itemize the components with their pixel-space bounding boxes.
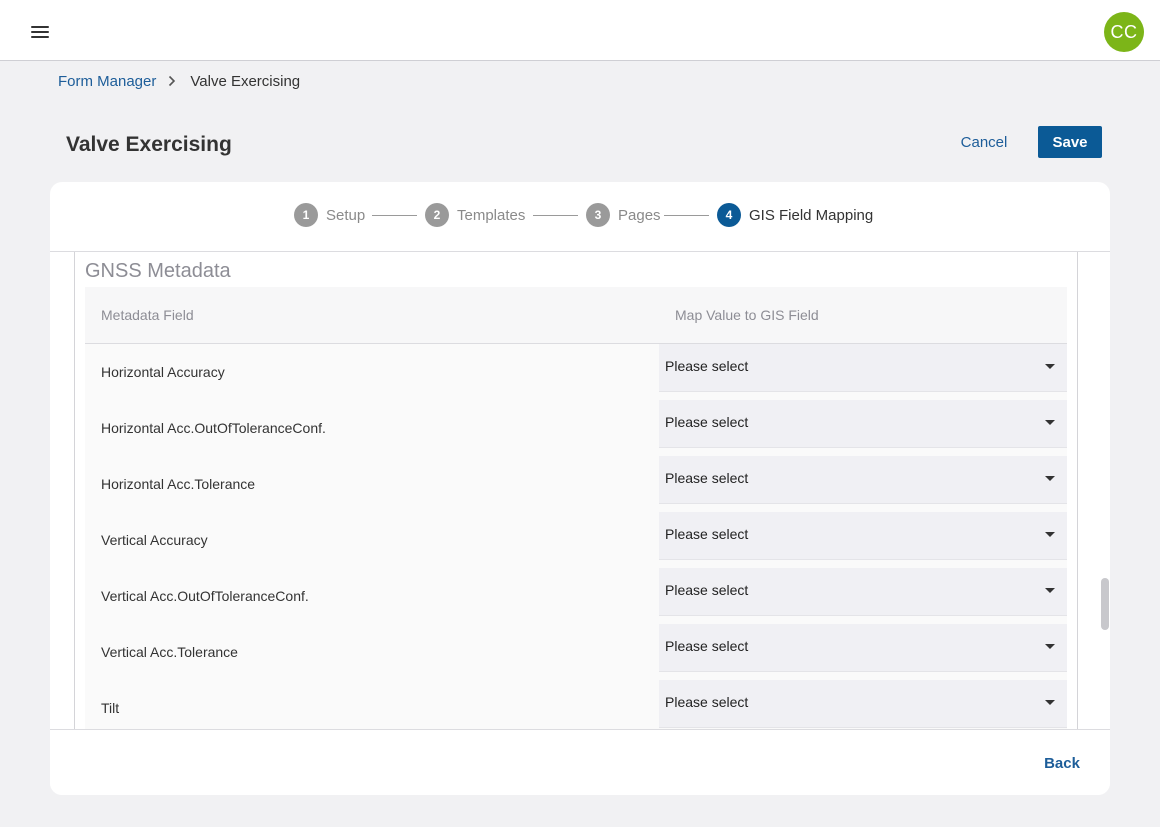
step-pages[interactable]: 3 Pages xyxy=(586,203,661,227)
gis-field-select[interactable]: Please select xyxy=(659,568,1067,616)
metadata-field-label: Horizontal Acc.OutOfToleranceConf. xyxy=(101,420,326,436)
cancel-button[interactable]: Cancel xyxy=(945,126,1023,158)
caret-down-icon xyxy=(1045,700,1055,705)
select-value: Please select xyxy=(665,694,749,710)
select-value: Please select xyxy=(665,526,749,542)
top-app-bar: CC xyxy=(0,0,1160,61)
metadata-mapping-table: Metadata Field Map Value to GIS Field Ho… xyxy=(85,287,1067,729)
table-row: Vertical Acc.Tolerance Please select xyxy=(85,624,1067,680)
caret-down-icon xyxy=(1045,532,1055,537)
table-header: Metadata Field Map Value to GIS Field xyxy=(85,287,1067,344)
save-button[interactable]: Save xyxy=(1038,126,1102,158)
step-number: 4 xyxy=(717,203,741,227)
gis-field-select[interactable]: Please select xyxy=(659,456,1067,504)
step-label: Setup xyxy=(326,206,366,224)
table-row: Vertical Acc.OutOfToleranceConf. Please … xyxy=(85,568,1067,624)
metadata-field-label: Horizontal Acc.Tolerance xyxy=(101,476,256,492)
caret-down-icon xyxy=(1045,588,1055,593)
breadcrumb-form-manager-link[interactable]: Form Manager xyxy=(58,73,156,90)
gis-field-select[interactable]: Please select xyxy=(659,512,1067,560)
select-value: Please select xyxy=(665,358,749,374)
step-label: GIS Field Mapping xyxy=(749,206,874,224)
breadcrumb: Form Manager Valve Exercising xyxy=(58,72,300,90)
column-header-metadata-field: Metadata Field xyxy=(101,307,194,323)
gis-field-select[interactable]: Please select xyxy=(659,624,1067,672)
user-avatar[interactable]: CC xyxy=(1104,12,1144,52)
column-header-map-value: Map Value to GIS Field xyxy=(675,307,819,323)
step-connector xyxy=(533,215,578,216)
metadata-field-label: Horizontal Accuracy xyxy=(101,364,225,380)
select-value: Please select xyxy=(665,470,749,486)
chevron-right-icon xyxy=(168,74,178,88)
table-row: Vertical Accuracy Please select xyxy=(85,512,1067,568)
gis-field-select[interactable]: Please select xyxy=(659,680,1067,728)
mapping-scroll-region[interactable]: GNSS Metadata Metadata Field Map Value t… xyxy=(50,252,1110,729)
back-button[interactable]: Back xyxy=(1034,748,1090,778)
table-row: Tilt Please select xyxy=(85,680,1067,729)
step-number: 3 xyxy=(586,203,610,227)
step-label: Pages xyxy=(618,206,661,224)
step-number: 1 xyxy=(294,203,318,227)
vertical-scrollbar-thumb[interactable] xyxy=(1101,578,1109,630)
metadata-field-label: Vertical Acc.OutOfToleranceConf. xyxy=(101,588,309,604)
stepper: 1 Setup 2 Templates 3 Pages 4 GIS Field … xyxy=(50,182,1110,252)
card-footer: Back xyxy=(50,729,1110,795)
step-connector xyxy=(372,215,417,216)
select-value: Please select xyxy=(665,414,749,430)
step-label: Templates xyxy=(457,206,526,224)
caret-down-icon xyxy=(1045,364,1055,369)
metadata-field-label: Vertical Accuracy xyxy=(101,532,208,548)
step-setup[interactable]: 1 Setup xyxy=(294,203,365,227)
table-row: Horizontal Accuracy Please select xyxy=(85,344,1067,400)
step-connector xyxy=(664,215,709,216)
section-title: GNSS Metadata xyxy=(85,260,231,282)
caret-down-icon xyxy=(1045,476,1055,481)
page-title: Valve Exercising xyxy=(66,133,232,156)
step-number: 2 xyxy=(425,203,449,227)
hamburger-menu-icon[interactable] xyxy=(31,26,49,38)
table-row: Horizontal Acc.Tolerance Please select xyxy=(85,456,1067,512)
select-value: Please select xyxy=(665,582,749,598)
metadata-field-label: Tilt xyxy=(101,700,120,716)
metadata-field-label: Vertical Acc.Tolerance xyxy=(101,644,238,660)
gis-field-select[interactable]: Please select xyxy=(659,344,1067,392)
table-row: Horizontal Acc.OutOfToleranceConf. Pleas… xyxy=(85,400,1067,456)
avatar-initials: CC xyxy=(1110,21,1138,42)
caret-down-icon xyxy=(1045,420,1055,425)
select-value: Please select xyxy=(665,638,749,654)
step-templates[interactable]: 2 Templates xyxy=(425,203,525,227)
step-gis-field-mapping[interactable]: 4 GIS Field Mapping xyxy=(717,203,873,227)
gis-field-select[interactable]: Please select xyxy=(659,400,1067,448)
form-card: 1 Setup 2 Templates 3 Pages 4 GIS Field … xyxy=(50,182,1110,795)
caret-down-icon xyxy=(1045,644,1055,649)
breadcrumb-current: Valve Exercising xyxy=(190,72,301,90)
